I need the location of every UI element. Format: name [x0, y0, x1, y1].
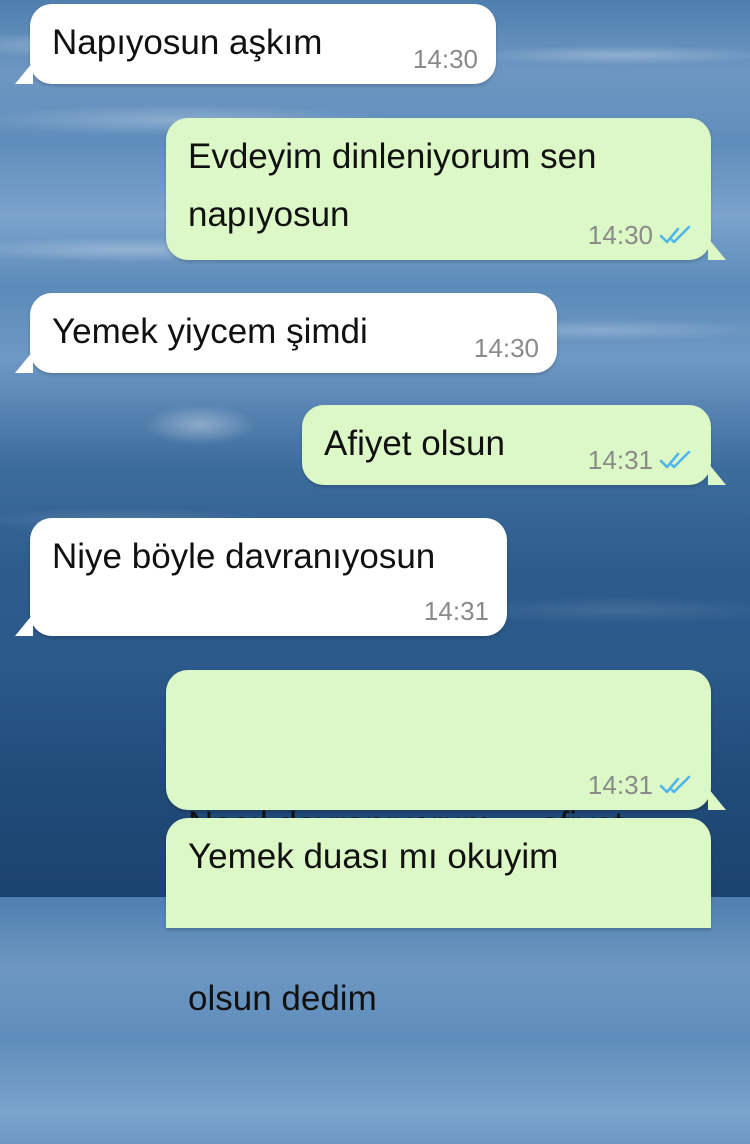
message-meta: 14:30 — [413, 44, 478, 74]
message-bubble-outgoing[interactable]: Afiyet olsun 14:31 — [302, 405, 726, 485]
message-time: 14:30 — [587, 220, 653, 250]
message-meta: 14:30 — [474, 333, 539, 363]
message-time: 14:30 — [412, 44, 478, 74]
message-bubble-incoming[interactable]: Yemek yiycem şimdi 14:30 — [15, 293, 557, 373]
message-bubble-incoming[interactable]: Napıyosun aşkım 14:30 — [15, 4, 496, 84]
bubble-tail — [15, 614, 33, 636]
bubble-tail — [708, 788, 726, 810]
message-text: Yemek duası mı okuyim — [188, 837, 559, 876]
message-time: 14:31 — [587, 770, 653, 800]
message-bubble-outgoing[interactable]: Yemek duası mı okuyim — [166, 818, 711, 928]
message-line: napıyosun — [188, 195, 350, 234]
message-time: 14:30 — [473, 333, 539, 363]
message-meta: 14:30 — [588, 220, 693, 250]
bubble-tail — [15, 62, 33, 84]
message-text: Napıyosun aşkım — [52, 23, 323, 62]
message-time: 14:31 — [587, 445, 653, 475]
bubble-tail — [708, 238, 726, 260]
message-text: Niye böyle davranıyosun — [52, 537, 436, 576]
double-check-icon — [659, 225, 691, 244]
message-meta: 14:31 — [424, 596, 489, 626]
bubble-tail — [708, 463, 726, 485]
double-check-icon — [659, 450, 691, 469]
message-bubble-outgoing[interactable]: Nasıl davranıyorum afiyet olsun dedim 14… — [166, 670, 726, 1018]
message-text: Yemek yiycem şimdi — [52, 312, 368, 351]
message-line: olsun dedim — [188, 979, 377, 1018]
message-text: Evdeyim dinleniyorum sen napıyosun — [188, 128, 597, 244]
message-bubble-incoming[interactable]: Niye böyle davranıyosun 14:31 — [15, 518, 507, 636]
message-bubble-outgoing[interactable]: Evdeyim dinleniyorum sen napıyosun 14:30 — [166, 118, 726, 260]
message-line: Evdeyim dinleniyorum sen — [188, 137, 597, 176]
message-text: Afiyet olsun — [324, 424, 505, 463]
message-meta: 14:31 — [588, 770, 693, 800]
message-meta: 14:31 — [588, 445, 693, 475]
bubble-tail — [15, 351, 33, 373]
double-check-icon — [659, 775, 691, 794]
message-time: 14:31 — [423, 596, 489, 626]
